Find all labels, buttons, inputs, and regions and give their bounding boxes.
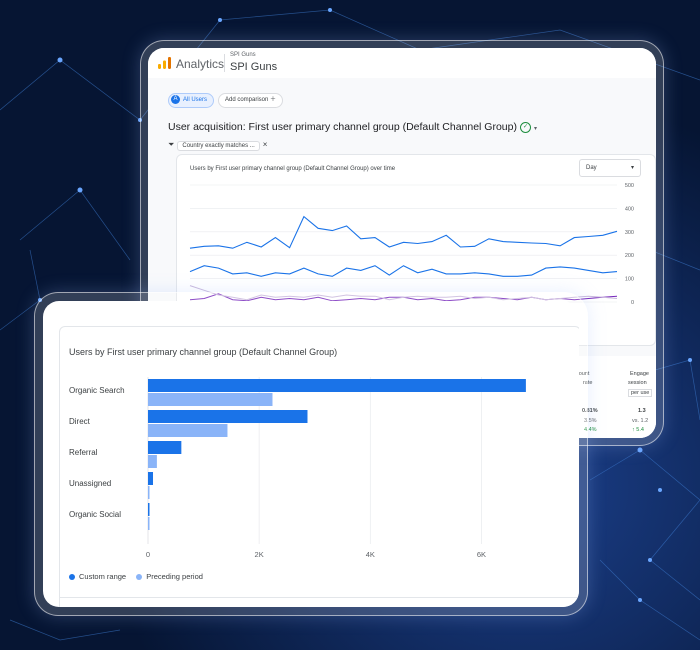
category-label: Referral: [69, 448, 98, 457]
table-value: 1.3: [638, 408, 646, 414]
legend-item-preceding-period[interactable]: Preceding period: [136, 572, 203, 581]
x-tick-label: 2K: [255, 550, 264, 559]
country-filter-chip[interactable]: Country exactly matches ...: [177, 141, 260, 151]
bar: [148, 503, 150, 516]
y-tick-label: 0: [631, 300, 634, 306]
app-header: Analytics SPI Guns SPI Guns: [148, 48, 656, 79]
bar-chart: 0 2K 4K 6K Organic Search Direct Referral Unass…: [69, 377, 526, 559]
y-tick-label: 500: [625, 183, 634, 189]
bar: [148, 517, 150, 530]
bar: [148, 379, 526, 392]
close-icon[interactable]: ×: [263, 140, 268, 149]
app-name: Analytics: [176, 57, 225, 71]
table-header-cell[interactable]: session: [628, 380, 647, 386]
all-users-label: All Users: [183, 97, 208, 103]
header-divider: [224, 54, 225, 72]
series-line: [189, 265, 618, 277]
account-name: SPI Guns: [230, 52, 256, 58]
bar-chart-card: Users by First user primary channel grou…: [59, 326, 579, 607]
filter-row: ⏷ Country exactly matches ... ×: [168, 140, 267, 151]
filter-chip-label: Country exactly matches ...: [182, 143, 255, 149]
report-title: User acquisition: First user primary cha…: [168, 121, 537, 133]
table-header-cell[interactable]: Engage: [630, 371, 649, 377]
bar: [148, 486, 150, 499]
legend-label: Preceding period: [146, 572, 203, 581]
category-label: Organic Search: [69, 386, 125, 395]
bar-chart-window: Users by First user primary channel grou…: [43, 301, 579, 607]
legend-dot: [69, 574, 75, 581]
bar: [148, 441, 182, 454]
analytics-bars-icon[interactable]: [158, 57, 172, 69]
bar: [148, 455, 157, 468]
category-label: Organic Social: [69, 510, 121, 519]
chevron-down-icon[interactable]: ▾: [534, 126, 537, 132]
x-tick-label: 0: [146, 550, 150, 559]
front-window-frame: Users by First user primary channel grou…: [34, 292, 588, 616]
legend-item-custom-range[interactable]: Custom range: [69, 572, 126, 581]
bar: [148, 424, 228, 437]
card-divider: [60, 597, 579, 598]
bar: [148, 393, 273, 406]
bar: [148, 472, 154, 485]
table-value: ↑ 5.4: [632, 427, 644, 433]
y-tick-label: 400: [625, 206, 634, 212]
category-label: Unassigned: [69, 479, 111, 488]
legend-dot: [136, 574, 143, 581]
y-tick-label: 100: [625, 277, 634, 283]
series-line: [189, 215, 618, 249]
add-comparison-button[interactable]: Add comparison ＋: [218, 93, 284, 108]
segment-badge: A: [171, 94, 180, 104]
report-title-text: User acquisition: First user primary cha…: [168, 121, 517, 133]
y-tick-label: 200: [625, 253, 634, 259]
table-header-cell[interactable]: per use: [628, 389, 653, 397]
bar-chart-legend: Custom range Preceding period: [69, 572, 211, 581]
y-tick-label: 300: [625, 230, 634, 236]
legend-label: Custom range: [79, 572, 127, 581]
all-users-comparison-chip[interactable]: A All Users: [168, 93, 215, 108]
x-tick-label: 4K: [366, 550, 375, 559]
property-selector[interactable]: SPI Guns: [230, 61, 277, 73]
x-tick-label: 6K: [477, 550, 486, 559]
add-comparison-label: Add comparison: [225, 97, 269, 103]
category-label: Direct: [69, 417, 91, 426]
check-circle-icon[interactable]: ✓: [520, 121, 531, 133]
filter-icon[interactable]: ⏷: [168, 140, 174, 149]
plus-icon: ＋: [270, 97, 277, 103]
bar: [148, 410, 308, 423]
table-value: vs. 1.2: [632, 418, 649, 424]
